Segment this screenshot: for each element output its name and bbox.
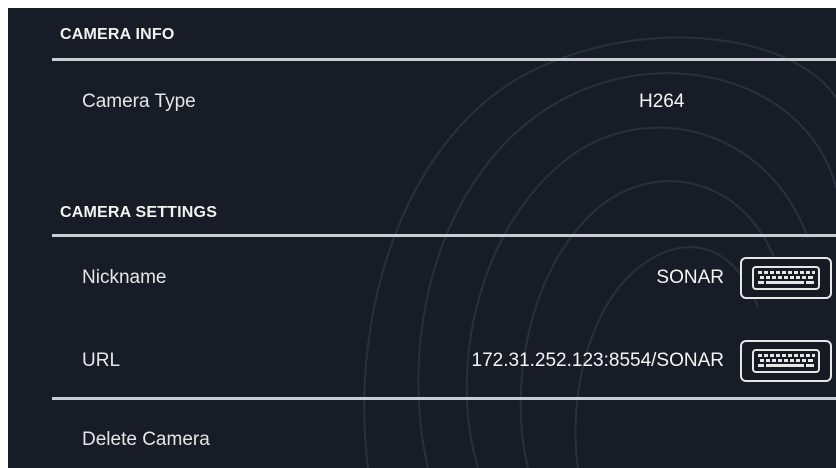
camera-info-header: CAMERA INFO — [60, 26, 175, 43]
keyboard-icon — [752, 349, 820, 373]
nickname-label: Nickname — [82, 267, 167, 288]
delete-camera-button[interactable]: Delete Camera — [52, 410, 836, 468]
delete-camera-label: Delete Camera — [82, 429, 210, 450]
camera-settings-header: CAMERA SETTINGS — [60, 204, 218, 221]
nickname-value: SONAR — [656, 267, 724, 288]
edit-nickname-button[interactable] — [740, 257, 832, 299]
url-value: 172.31.252.123:8554/SONAR — [471, 350, 724, 371]
url-label: URL — [82, 350, 121, 371]
camera-type-row: Camera Type H264 — [52, 72, 836, 132]
keyboard-icon — [752, 266, 820, 290]
nickname-row: Nickname SONAR — [52, 248, 836, 308]
camera-type-value: H264 — [639, 91, 685, 112]
edit-url-button[interactable] — [740, 340, 832, 382]
url-row: URL 172.31.252.123:8554/SONAR — [52, 331, 836, 391]
camera-settings-divider — [52, 234, 836, 237]
camera-info-divider — [52, 58, 836, 61]
url-divider — [52, 397, 836, 400]
camera-settings-screen: CAMERA INFO Camera Type H264 CAMERA SETT… — [8, 8, 836, 468]
camera-type-label: Camera Type — [82, 91, 196, 112]
